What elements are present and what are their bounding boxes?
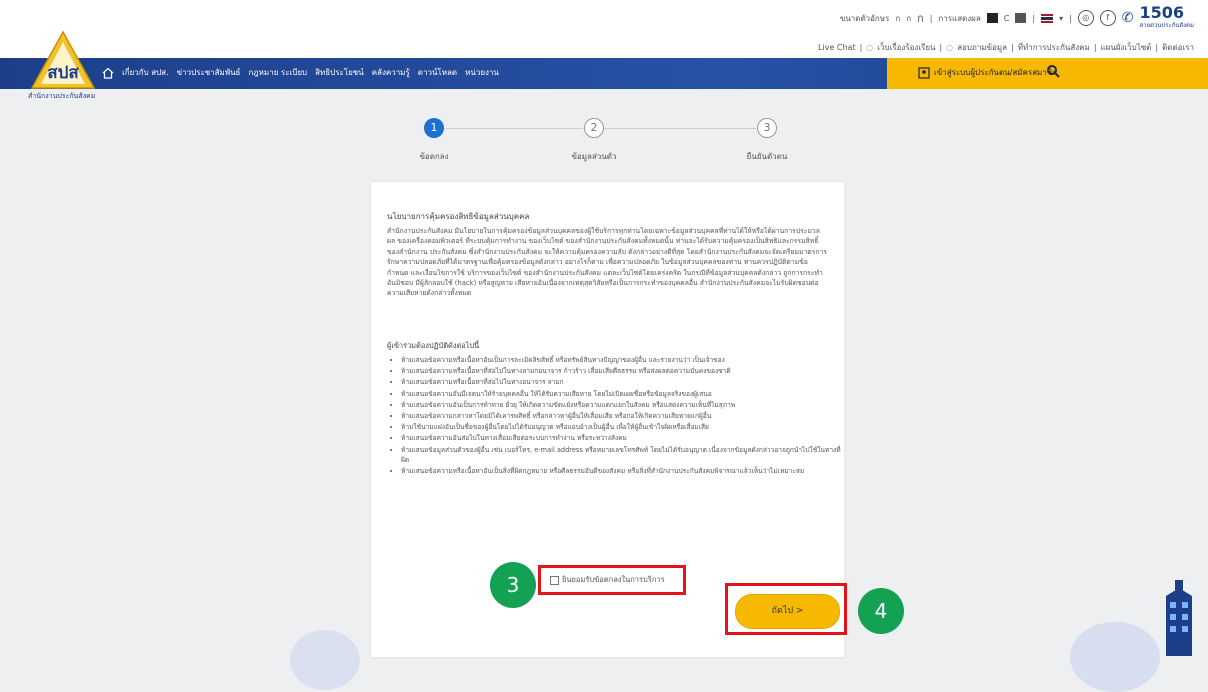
phone-icon: ✆ xyxy=(1121,10,1134,26)
terms-paragraph: สำนักงานประกันสังคม มีนโยบายในการคุ้มครอ… xyxy=(387,227,827,298)
list-item: ห้ามเสนอข้อความอันเป็นการท้าทาย ยั่วยุ ใ… xyxy=(401,400,847,410)
accessibility-controls: ขนาดตัวอักษร ก ก ก | การแสดงผล C | ▾ | ◎… xyxy=(839,3,1194,30)
highlight-next-box xyxy=(725,583,847,635)
step-1-label: ข้อตกลง xyxy=(419,152,449,161)
list-item: ห้ามเสนอข้อความหรือเนื้อหาที่ส่อไปในทางล… xyxy=(401,366,847,376)
nav-news[interactable]: ข่าวประชาสัมพันธ์ xyxy=(177,66,241,79)
list-item: ห้ามเสนอข้อความหรือเนื้อหาอันเป็นสิ่งที่… xyxy=(401,466,847,476)
step-3-circle: 3 xyxy=(757,118,777,138)
nav-law[interactable]: กฎหมาย ระเบียบ xyxy=(248,66,307,79)
language-dropdown-icon[interactable]: ▾ xyxy=(1059,14,1063,23)
list-item: ห้ามเสนอข้อความหรือเนื้อหาอันเป็นการละเม… xyxy=(401,355,847,365)
inquiry-icon: ◌ xyxy=(946,43,954,52)
list-item: ห้ามเสนอข้อความหรือเนื้อหาที่ส่อไปในทางอ… xyxy=(401,377,847,387)
sso-logo[interactable]: สปส xyxy=(30,30,96,94)
step-2-circle: 2 xyxy=(584,118,604,138)
step-badge-3: 3 xyxy=(490,562,536,608)
list-item: ห้ามใช้นามแฝงอันเป็นชื่อของผู้อื่นโดยไม่… xyxy=(401,422,847,432)
step-3-label: ยืนยันตัวตน xyxy=(746,152,788,161)
utility-links: Live Chat | ◌ เว็บเรื่องร้องเรียน | ◌ สอบถาม… xyxy=(818,41,1194,54)
list-item: ห้ามเสนอข้อความอันมีเจตนาให้ร้ายบุคคลอื่… xyxy=(401,389,847,399)
hotline-caption: สายด่วนประกันสังคม xyxy=(1139,22,1194,29)
rules-heading: ผู้เข้าร่วมต้องปฏิบัติดังต่อไปนี้ xyxy=(387,341,480,350)
high-contrast-button[interactable] xyxy=(1015,13,1027,23)
list-item: ห้ามเสนอข้อมูลส่วนตัวของผู้อื่น เช่น เบอ… xyxy=(401,445,847,465)
complaint-link[interactable]: เว็บเรื่องร้องเรียน xyxy=(877,41,935,54)
step-connector xyxy=(443,128,583,129)
inquiry-link[interactable]: สอบถามข้อมูล xyxy=(957,41,1007,54)
nav-download[interactable]: ดาวน์โหลด xyxy=(418,66,457,79)
nav-about[interactable]: เกี่ยวกับ สปส. xyxy=(122,66,169,79)
contrast-label: การแสดงผล xyxy=(938,13,981,23)
step-connector xyxy=(604,128,756,129)
highlight-accept-box xyxy=(538,565,686,595)
list-item: ห้ามเสนอข้อความอันส่อไปในทางเสื่อมเสียต่… xyxy=(401,433,847,443)
offices-link[interactable]: ที่ทำการประกันสังคม xyxy=(1018,41,1090,54)
hotline-number[interactable]: 1506 xyxy=(1140,5,1194,21)
terms-title: นโยบายการคุ้มครองสิทธิข้อมูลส่วนบุคคล xyxy=(387,212,530,221)
decor-shape xyxy=(1070,622,1160,692)
login-icon xyxy=(918,66,930,79)
font-large-button[interactable]: ก xyxy=(917,9,924,27)
facebook-icon[interactable]: f xyxy=(1099,10,1116,26)
rules-list: ห้ามเสนอข้อความหรือเนื้อหาอันเป็นการละเม… xyxy=(387,355,847,477)
search-icon[interactable] xyxy=(1046,64,1060,78)
step-badge-4: 4 xyxy=(858,588,904,634)
font-medium-button[interactable]: ก xyxy=(906,12,911,25)
contact-link[interactable]: ติดต่อเรา xyxy=(1162,41,1194,54)
nav-benefits[interactable]: สิทธิประโยชน์ xyxy=(315,66,364,79)
list-item: ห้ามเสนอข้อความกล่าวหาโดยมิได้เคารพสิทธิ… xyxy=(401,411,847,421)
svg-text:สปส: สปส xyxy=(47,63,79,83)
member-login-button[interactable]: เข้าสู่ระบบผู้ประกันตน/สมัครสมาชิก xyxy=(918,66,1057,79)
font-small-button[interactable]: ก xyxy=(895,12,900,25)
decor-shape xyxy=(290,630,360,690)
building-icon xyxy=(1166,580,1192,656)
nav-units[interactable]: หน่วยงาน xyxy=(465,66,499,79)
member-login-label: เข้าสู่ระบบผู้ประกันตน/สมัครสมาชิก xyxy=(934,68,1058,77)
nav-knowledge[interactable]: คลังความรู้ xyxy=(372,66,410,79)
font-size-label: ขนาดตัวอักษร xyxy=(839,13,890,23)
step-2-label: ข้อมูลส่วนตัว xyxy=(571,152,617,161)
thai-flag-icon[interactable] xyxy=(1041,13,1054,23)
dark-mode-button[interactable] xyxy=(986,13,998,23)
accessibility-icon[interactable]: ◎ xyxy=(1077,10,1094,26)
top-utility-bar: ขนาดตัวอักษร ก ก ก | การแสดงผล C | ▾ | ◎… xyxy=(0,0,1208,58)
home-icon[interactable] xyxy=(102,67,114,79)
sitemap-link[interactable]: แผนผังเว็บไซต์ xyxy=(1101,41,1152,54)
step-1-circle: 1 xyxy=(424,118,444,138)
contrast-c: C xyxy=(1003,13,1010,23)
live-chat-link[interactable]: Live Chat xyxy=(818,43,856,52)
complaint-icon: ◌ xyxy=(866,43,874,52)
